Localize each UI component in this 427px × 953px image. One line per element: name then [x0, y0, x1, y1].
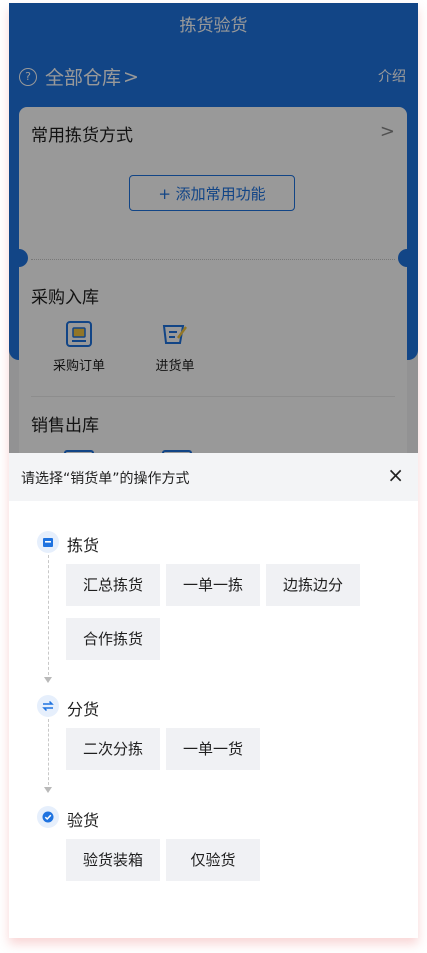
- phone-screen: 拣货验货 ? 全部仓库 > 介绍 常用拣货方式 > + 添加常用功能 采购入库 …: [9, 3, 418, 938]
- option-one-order-one-goods[interactable]: 一单一货: [166, 728, 260, 770]
- box-icon: [37, 531, 59, 553]
- stage-label-pick: 拣货: [67, 536, 100, 555]
- option-cooperative-pick[interactable]: 合作拣货: [66, 618, 160, 660]
- option-inspect-only[interactable]: 仅验货: [166, 839, 260, 881]
- option-one-order-one-pick[interactable]: 一单一拣: [166, 564, 260, 606]
- stage-label-sort: 分货: [67, 700, 100, 719]
- option-secondary-sort[interactable]: 二次分拣: [66, 728, 160, 770]
- arrow-down-icon: [44, 787, 52, 793]
- sheet-header: 请选择“销货单”的操作方式 ×: [9, 453, 418, 501]
- operation-sheet: 请选择“销货单”的操作方式 × 拣货 汇总拣货 一单一拣 边拣边分 合作拣货 分…: [9, 453, 418, 938]
- close-icon[interactable]: ×: [387, 465, 404, 485]
- sheet-title: 请选择“销货单”的操作方式: [21, 471, 190, 487]
- check-badge-icon: [37, 806, 59, 828]
- swap-icon: [37, 695, 59, 717]
- stage-connector: [48, 719, 49, 785]
- option-inspect-and-pack[interactable]: 验货装箱: [66, 839, 160, 881]
- option-summary-pick[interactable]: 汇总拣货: [66, 564, 160, 606]
- stage-label-inspect: 验货: [67, 811, 100, 830]
- stage-connector: [48, 555, 49, 675]
- option-pick-and-sort[interactable]: 边拣边分: [266, 564, 360, 606]
- arrow-down-icon: [44, 677, 52, 683]
